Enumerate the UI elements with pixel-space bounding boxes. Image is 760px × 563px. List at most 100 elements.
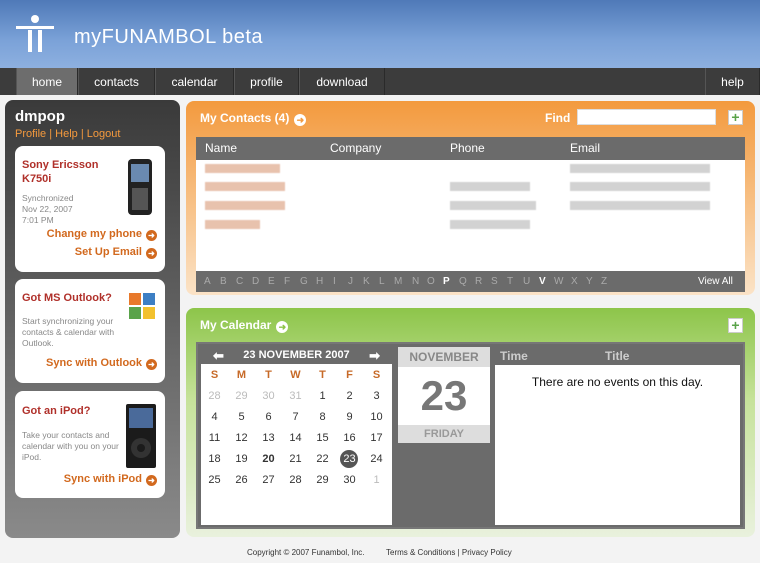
day-cell[interactable]: 29 [309, 470, 336, 491]
sync-outlook-link[interactable]: Sync with Outlook ➜ [46, 357, 157, 370]
day-cell[interactable]: 7 [282, 407, 309, 428]
nav-profile[interactable]: profile [234, 68, 299, 95]
letter-v[interactable]: V [539, 276, 546, 287]
logout-link[interactable]: Logout [87, 128, 121, 140]
calendar-title[interactable]: My Calendar ➜ [200, 318, 289, 333]
nav-help[interactable]: help [705, 68, 760, 95]
day-cell[interactable]: 1 [363, 470, 390, 491]
day-cell-today[interactable]: 20 [255, 449, 282, 470]
privacy-link[interactable]: Privacy Policy [462, 548, 512, 557]
day-cell[interactable]: 8 [309, 407, 336, 428]
view-all-link[interactable]: View All [698, 276, 733, 287]
letter-t[interactable]: T [507, 276, 513, 287]
day-cell[interactable]: 22 [309, 449, 336, 470]
col-email[interactable]: Email [570, 141, 600, 155]
blurred-contact-email[interactable] [570, 201, 710, 210]
day-cell[interactable]: 28 [201, 386, 228, 407]
letter-s[interactable]: S [491, 276, 498, 287]
day-cell[interactable]: 19 [228, 449, 255, 470]
letter-l[interactable]: L [379, 276, 385, 287]
day-cell[interactable]: 30 [336, 470, 363, 491]
day-cell[interactable]: 6 [255, 407, 282, 428]
letter-y[interactable]: Y [586, 276, 593, 287]
letter-h[interactable]: H [316, 276, 323, 287]
day-cell[interactable]: 1 [309, 386, 336, 407]
day-cell[interactable]: 5 [228, 407, 255, 428]
sync-ipod-link[interactable]: Sync with iPod ➜ [64, 473, 157, 486]
day-cell[interactable]: 29 [228, 386, 255, 407]
day-cell[interactable]: 14 [282, 428, 309, 449]
letter-b[interactable]: B [220, 276, 227, 287]
day-cell[interactable]: 12 [228, 428, 255, 449]
setup-email-link[interactable]: Set Up Email ➜ [75, 246, 157, 259]
blurred-contact-name[interactable] [205, 164, 280, 173]
nav-home[interactable]: home [16, 68, 78, 95]
add-event-button[interactable]: + [728, 318, 743, 333]
blurred-contact-email[interactable] [570, 164, 710, 173]
day-cell[interactable]: 25 [201, 470, 228, 491]
letter-g[interactable]: G [300, 276, 308, 287]
blurred-contact-phone [450, 220, 530, 229]
day-cell[interactable]: 21 [282, 449, 309, 470]
next-month-icon[interactable]: ➡ [369, 347, 380, 364]
day-cell[interactable]: 28 [282, 470, 309, 491]
letter-r[interactable]: R [475, 276, 482, 287]
change-phone-link[interactable]: Change my phone ➜ [47, 228, 157, 241]
day-cell[interactable]: 31 [282, 386, 309, 407]
nav-download[interactable]: download [299, 68, 385, 95]
letter-x[interactable]: X [571, 276, 578, 287]
day-cell[interactable]: 27 [255, 470, 282, 491]
terms-link[interactable]: Terms & Conditions [386, 548, 455, 557]
blurred-contact-name[interactable] [205, 182, 285, 191]
col-phone[interactable]: Phone [450, 141, 485, 155]
app-logo-text[interactable]: myFUNAMBOL beta [74, 26, 263, 49]
add-contact-button[interactable]: + [728, 110, 743, 125]
day-cell[interactable]: 18 [201, 449, 228, 470]
letter-d[interactable]: D [252, 276, 259, 287]
letter-j[interactable]: J [348, 276, 353, 287]
blurred-contact-name[interactable] [205, 201, 285, 210]
col-company[interactable]: Company [330, 141, 381, 155]
letter-m[interactable]: M [394, 276, 402, 287]
day-cell[interactable]: 9 [336, 407, 363, 428]
day-cell[interactable]: 16 [336, 428, 363, 449]
day-cell[interactable]: 15 [309, 428, 336, 449]
day-cell[interactable]: 24 [363, 449, 390, 470]
nav-calendar[interactable]: calendar [155, 68, 234, 95]
letter-f[interactable]: F [284, 276, 290, 287]
find-input[interactable] [577, 109, 716, 125]
blurred-contact-name[interactable] [205, 220, 260, 229]
letter-z[interactable]: Z [601, 276, 607, 287]
letter-n[interactable]: N [412, 276, 419, 287]
day-cell[interactable]: 2 [336, 386, 363, 407]
letter-c[interactable]: C [236, 276, 243, 287]
day-cell-selected[interactable]: 23 [336, 449, 363, 470]
help-link[interactable]: Help [55, 128, 78, 140]
outlook-text: Start synchronizing your contacts & cale… [22, 316, 115, 348]
profile-link[interactable]: Profile [15, 128, 46, 140]
day-cell[interactable]: 30 [255, 386, 282, 407]
day-cell[interactable]: 11 [201, 428, 228, 449]
letter-p[interactable]: P [443, 276, 450, 287]
letter-u[interactable]: U [523, 276, 530, 287]
letter-k[interactable]: K [363, 276, 370, 287]
col-name[interactable]: Name [205, 141, 237, 155]
day-cell[interactable]: 26 [228, 470, 255, 491]
letter-e[interactable]: E [268, 276, 275, 287]
letter-q[interactable]: Q [459, 276, 467, 287]
letter-i[interactable]: I [333, 276, 336, 287]
copyright-text: Copyright © 2007 Funambol, Inc. [247, 548, 365, 557]
letter-o[interactable]: O [427, 276, 435, 287]
letter-a[interactable]: A [204, 276, 211, 287]
day-cell[interactable]: 3 [363, 386, 390, 407]
day-cell[interactable]: 17 [363, 428, 390, 449]
prev-month-icon[interactable]: ⬅ [213, 347, 224, 364]
contacts-title[interactable]: My Contacts (4) ➜ [200, 111, 307, 126]
nav-contacts[interactable]: contacts [78, 68, 155, 95]
day-cell[interactable]: 4 [201, 407, 228, 428]
blurred-contact-email[interactable] [570, 182, 710, 191]
letter-w[interactable]: W [554, 276, 563, 287]
day-cell[interactable]: 13 [255, 428, 282, 449]
day-cell[interactable]: 10 [363, 407, 390, 428]
outlook-title: Got MS Outlook? [22, 292, 112, 304]
